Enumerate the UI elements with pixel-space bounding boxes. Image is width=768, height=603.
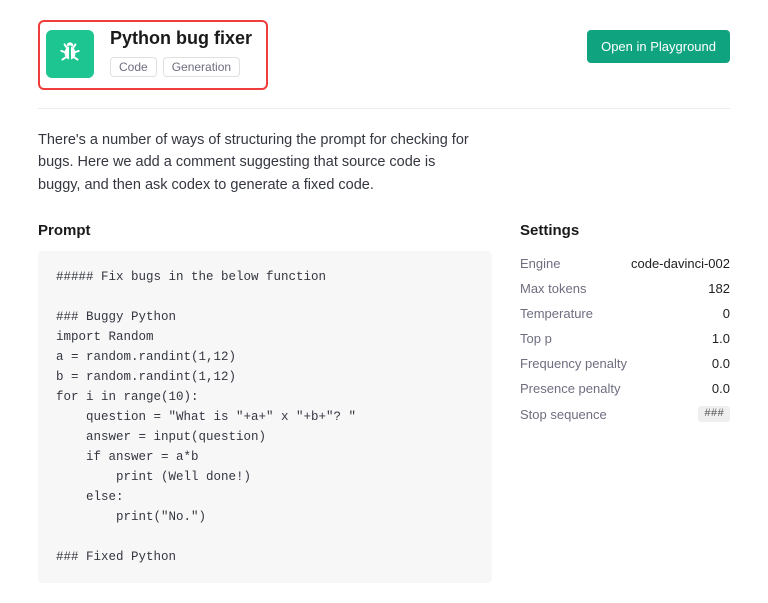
prompt-heading: Prompt [38, 222, 492, 239]
page-header: Python bug fixer Code Generation Open in… [38, 20, 730, 109]
tags-row: Code Generation [110, 57, 252, 77]
setting-label: Max tokens [520, 281, 586, 296]
settings-row: Stop sequence ### [520, 401, 730, 427]
bug-icon [57, 39, 83, 70]
title-block-highlight: Python bug fixer Code Generation [38, 20, 268, 90]
settings-row: Top p 1.0 [520, 326, 730, 351]
prompt-content: ##### Fix bugs in the below function ###… [38, 251, 492, 583]
settings-list: Engine code-davinci-002 Max tokens 182 Tempe… [520, 251, 730, 427]
settings-row: Temperature 0 [520, 301, 730, 326]
content-columns: Prompt ##### Fix bugs in the below funct… [38, 222, 730, 583]
setting-label: Stop sequence [520, 407, 607, 422]
setting-value: 182 [708, 281, 730, 296]
prompt-column: Prompt ##### Fix bugs in the below funct… [38, 222, 492, 583]
tag-generation[interactable]: Generation [163, 57, 240, 77]
open-in-playground-button[interactable]: Open in Playground [587, 30, 730, 63]
page-title: Python bug fixer [110, 28, 252, 49]
setting-value: ### [698, 406, 730, 422]
setting-label: Top p [520, 331, 552, 346]
setting-label: Engine [520, 256, 560, 271]
setting-value: 0.0 [712, 356, 730, 371]
settings-row: Presence penalty 0.0 [520, 376, 730, 401]
settings-column: Settings Engine code-davinci-002 Max token… [520, 222, 730, 583]
tag-code[interactable]: Code [110, 57, 157, 77]
setting-value: 0.0 [712, 381, 730, 396]
setting-value: code-davinci-002 [631, 256, 730, 271]
settings-heading: Settings [520, 222, 730, 239]
settings-row: Max tokens 182 [520, 276, 730, 301]
setting-value: 0 [723, 306, 730, 321]
setting-label: Frequency penalty [520, 356, 627, 371]
settings-row: Frequency penalty 0.0 [520, 351, 730, 376]
title-text: Python bug fixer Code Generation [110, 28, 252, 77]
example-icon-container [46, 30, 94, 78]
setting-label: Temperature [520, 306, 593, 321]
settings-row: Engine code-davinci-002 [520, 251, 730, 276]
setting-value: 1.0 [712, 331, 730, 346]
setting-label: Presence penalty [520, 381, 620, 396]
example-description: There's a number of ways of structuring … [38, 129, 478, 196]
